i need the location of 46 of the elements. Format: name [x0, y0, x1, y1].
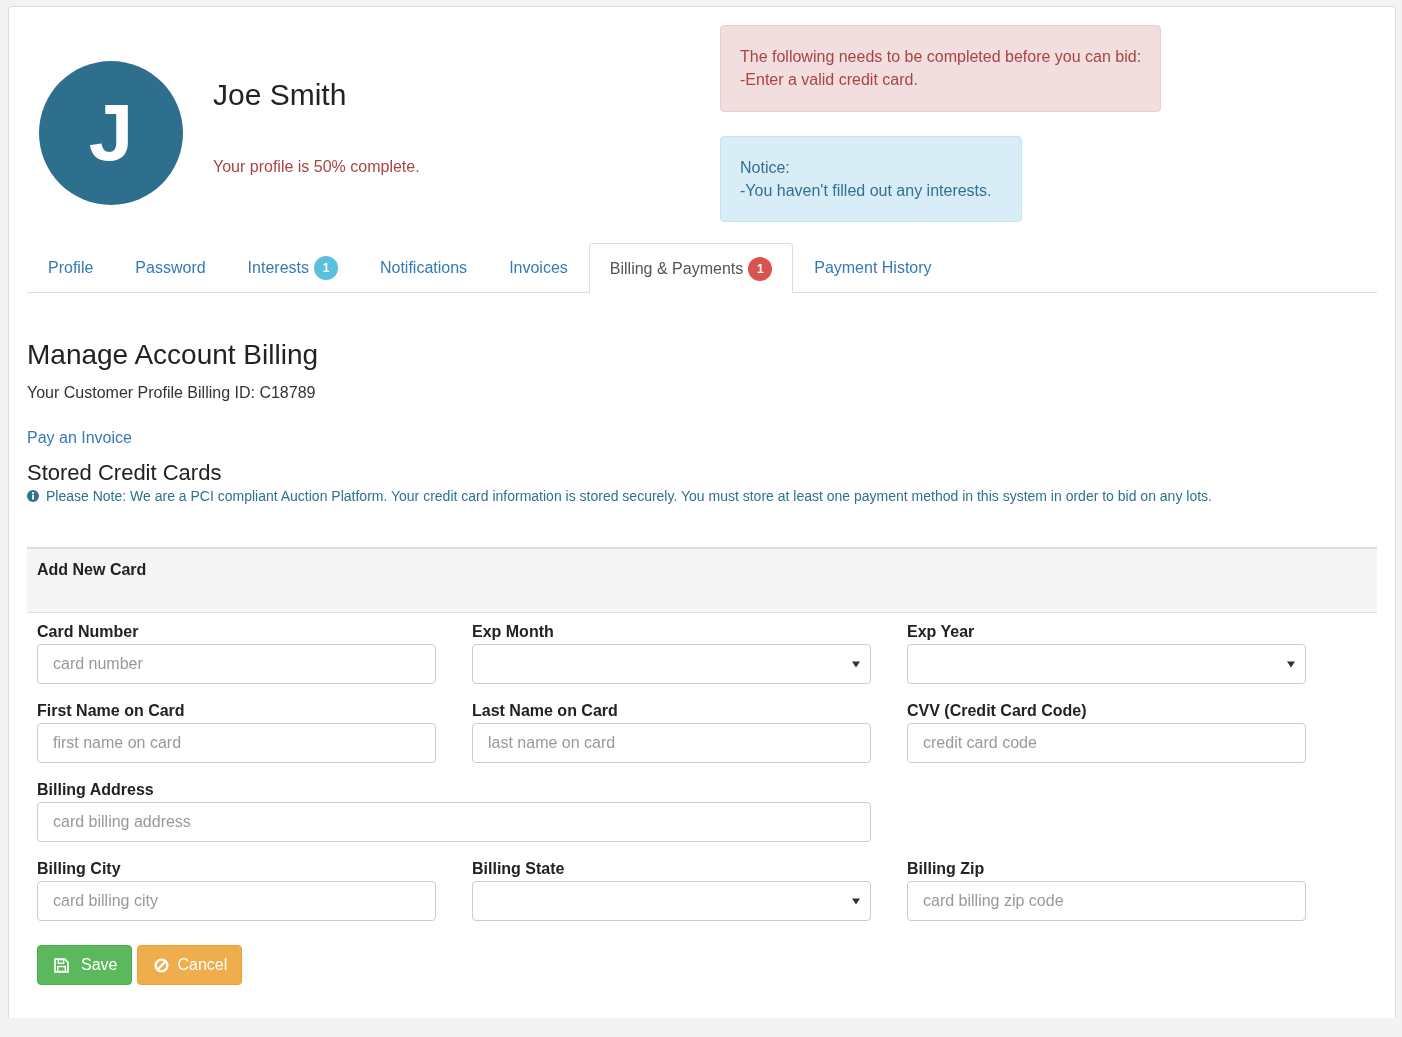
text-field[interactable]: last name on card [472, 723, 871, 763]
caret-icon [852, 660, 860, 668]
ban-icon [154, 957, 170, 973]
dropdown-field[interactable] [472, 881, 871, 921]
security-note: Please Note: We are a PCI compliant Auction Platform. Your credit card information is stored securely. You must store at least one payment method in this system in order to bid on any lots. [46, 488, 1212, 504]
tab[interactable]: Profile [27, 243, 115, 292]
tab[interactable]: Billing & Payments 1 [588, 243, 794, 293]
field-label: Exp Month [472, 623, 555, 641]
field-label: Billing Zip [907, 860, 986, 878]
text-field[interactable]: first name on card [37, 723, 436, 763]
billing-id-text: Your Customer Profile Billing ID: C18789 [27, 384, 317, 402]
profile-completion: Your profile is 50% complete. [213, 158, 420, 176]
field-label: Exp Year [907, 623, 976, 641]
field-label: Last Name on Card [472, 702, 619, 720]
field-label: Billing City [37, 860, 122, 878]
dropdown-field[interactable] [907, 644, 1306, 684]
count-badge: 1 [748, 256, 773, 281]
text-field[interactable]: card billing zip code [907, 881, 1306, 921]
field-label: Billing State [472, 860, 566, 878]
text-field[interactable]: card billing address [37, 802, 871, 842]
save-button[interactable]: Save [37, 945, 133, 985]
section-title: Stored Credit Cards [27, 460, 223, 486]
text-field[interactable]: credit card code [907, 723, 1306, 763]
field-label: Billing Address [37, 781, 155, 799]
alert-message: Notice: -You haven't filled out any interests. [720, 136, 1022, 222]
avatar-circle: J [39, 61, 183, 205]
alert-message: The following needs to be completed before you can bid: -Enter a valid credit card. [720, 25, 1162, 112]
tab[interactable]: Interests 1 [226, 243, 359, 292]
field-label: First Name on Card [37, 702, 186, 720]
tab[interactable]: Payment History [793, 243, 953, 292]
panel-title: Add New Card [37, 561, 147, 578]
field-label: CVV (Credit Card Code) [907, 702, 1088, 720]
tab[interactable]: Notifications [358, 243, 489, 292]
page-heading: Manage Account Billing [27, 339, 320, 371]
caret-icon [1287, 660, 1295, 668]
info-icon [27, 490, 39, 502]
dropdown-field[interactable] [472, 644, 871, 684]
caret-icon [852, 897, 860, 905]
field-label: Card Number [37, 623, 140, 641]
tab[interactable]: Invoices [488, 243, 589, 292]
pay-invoice-link[interactable]: Pay an Invoice [27, 429, 132, 447]
user-name: Joe Smith [213, 78, 348, 112]
text-field[interactable]: card billing city [37, 881, 436, 921]
tab[interactable]: Password [114, 243, 227, 292]
text-field[interactable]: card number [37, 644, 436, 684]
count-badge: 1 [313, 256, 338, 280]
